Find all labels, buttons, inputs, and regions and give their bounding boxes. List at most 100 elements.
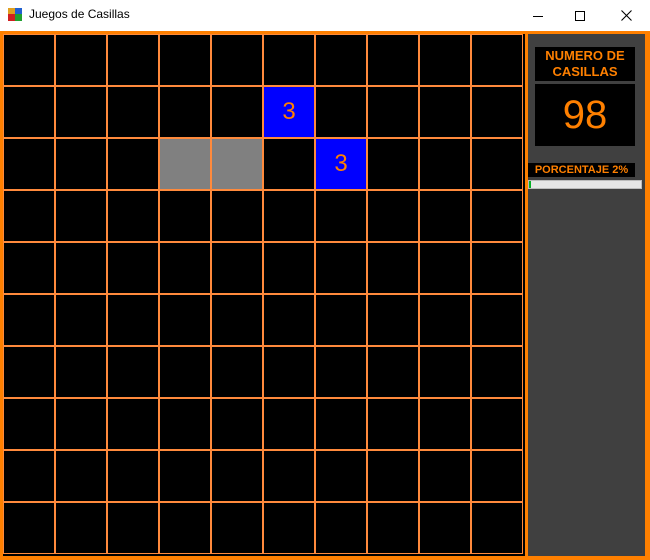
board-cell[interactable]	[3, 294, 55, 346]
board-cell[interactable]	[263, 138, 315, 190]
board-cell[interactable]	[3, 450, 55, 502]
board-cell[interactable]	[367, 294, 419, 346]
board-cell[interactable]	[419, 502, 471, 554]
board-cell[interactable]	[159, 502, 211, 554]
board-cell[interactable]	[263, 242, 315, 294]
board-cell[interactable]	[367, 34, 419, 86]
board-cell[interactable]	[55, 502, 107, 554]
board-cell[interactable]	[263, 450, 315, 502]
board-cell-empty[interactable]	[211, 138, 263, 190]
board-cell[interactable]	[3, 34, 55, 86]
board-cell[interactable]	[263, 34, 315, 86]
board-cell[interactable]	[471, 450, 523, 502]
maximize-button[interactable]	[558, 0, 602, 31]
board-cell[interactable]	[211, 190, 263, 242]
board-cell[interactable]	[55, 34, 107, 86]
board-cell[interactable]	[107, 190, 159, 242]
board-cell[interactable]	[471, 138, 523, 190]
board-cell[interactable]	[419, 294, 471, 346]
board-cell[interactable]	[3, 86, 55, 138]
board-cell[interactable]	[159, 294, 211, 346]
board-cell[interactable]	[159, 242, 211, 294]
board-cell-number[interactable]: 3	[315, 138, 367, 190]
board-cell[interactable]	[107, 34, 159, 86]
board-cell[interactable]	[107, 138, 159, 190]
board-cell[interactable]	[55, 190, 107, 242]
board-cell[interactable]	[159, 346, 211, 398]
board-cell[interactable]	[471, 502, 523, 554]
board-cell[interactable]	[263, 346, 315, 398]
board-cell[interactable]	[159, 450, 211, 502]
board-cell[interactable]	[367, 346, 419, 398]
board-cell[interactable]	[471, 398, 523, 450]
board-cell[interactable]	[315, 242, 367, 294]
board-cell[interactable]	[367, 86, 419, 138]
board-cell[interactable]	[55, 346, 107, 398]
board-cell[interactable]	[315, 34, 367, 86]
board-cell[interactable]	[107, 242, 159, 294]
board-cell[interactable]	[367, 398, 419, 450]
board-cell[interactable]	[107, 86, 159, 138]
board-cell[interactable]	[315, 294, 367, 346]
board-cell[interactable]	[159, 34, 211, 86]
board-cell[interactable]	[107, 450, 159, 502]
board-cell[interactable]	[263, 294, 315, 346]
board-cell[interactable]	[55, 242, 107, 294]
board-cell[interactable]	[55, 294, 107, 346]
board-cell[interactable]	[211, 86, 263, 138]
board-cell[interactable]	[159, 398, 211, 450]
board-cell[interactable]	[159, 190, 211, 242]
board-cell[interactable]	[107, 294, 159, 346]
board-cell[interactable]	[471, 190, 523, 242]
board-cell[interactable]	[3, 502, 55, 554]
board-cell-number[interactable]: 3	[263, 86, 315, 138]
board-cell[interactable]	[419, 242, 471, 294]
close-button[interactable]	[604, 0, 648, 31]
minimize-button[interactable]	[516, 0, 560, 31]
board-cell[interactable]	[471, 242, 523, 294]
board-cell[interactable]	[315, 450, 367, 502]
board-cell[interactable]	[107, 502, 159, 554]
board-cell[interactable]	[55, 450, 107, 502]
board-cell[interactable]	[315, 190, 367, 242]
board-cell[interactable]	[471, 346, 523, 398]
board-cell[interactable]	[367, 242, 419, 294]
board-cell[interactable]	[211, 242, 263, 294]
board-cell[interactable]	[367, 190, 419, 242]
board-cell[interactable]	[263, 190, 315, 242]
board-cell[interactable]	[471, 34, 523, 86]
board-cell[interactable]	[3, 138, 55, 190]
board-cell[interactable]	[367, 138, 419, 190]
board-cell[interactable]	[315, 502, 367, 554]
board-cell[interactable]	[55, 398, 107, 450]
board-cell[interactable]	[263, 502, 315, 554]
board-cell[interactable]	[263, 398, 315, 450]
board-cell[interactable]	[315, 86, 367, 138]
board-cell[interactable]	[211, 502, 263, 554]
board-cell[interactable]	[419, 346, 471, 398]
board-cell[interactable]	[211, 450, 263, 502]
board-cell[interactable]	[367, 450, 419, 502]
board-cell[interactable]	[471, 86, 523, 138]
board-cell[interactable]	[315, 398, 367, 450]
board-cell[interactable]	[315, 346, 367, 398]
board-cell[interactable]	[419, 138, 471, 190]
board-cell[interactable]	[419, 34, 471, 86]
board-cell[interactable]	[367, 502, 419, 554]
board-cell[interactable]	[3, 346, 55, 398]
board-cell[interactable]	[419, 450, 471, 502]
board-cell[interactable]	[3, 190, 55, 242]
board-cell[interactable]	[211, 398, 263, 450]
board-cell[interactable]	[211, 294, 263, 346]
board-cell[interactable]	[211, 346, 263, 398]
board-cell[interactable]	[107, 398, 159, 450]
board-cell[interactable]	[3, 398, 55, 450]
board-cell[interactable]	[419, 190, 471, 242]
board-cell[interactable]	[211, 34, 263, 86]
title-bar[interactable]: Juegos de Casillas	[0, 0, 650, 31]
board-cell[interactable]	[471, 294, 523, 346]
board-cell[interactable]	[159, 86, 211, 138]
board-cell[interactable]	[55, 86, 107, 138]
board-cell[interactable]	[419, 86, 471, 138]
board-cell[interactable]	[3, 242, 55, 294]
